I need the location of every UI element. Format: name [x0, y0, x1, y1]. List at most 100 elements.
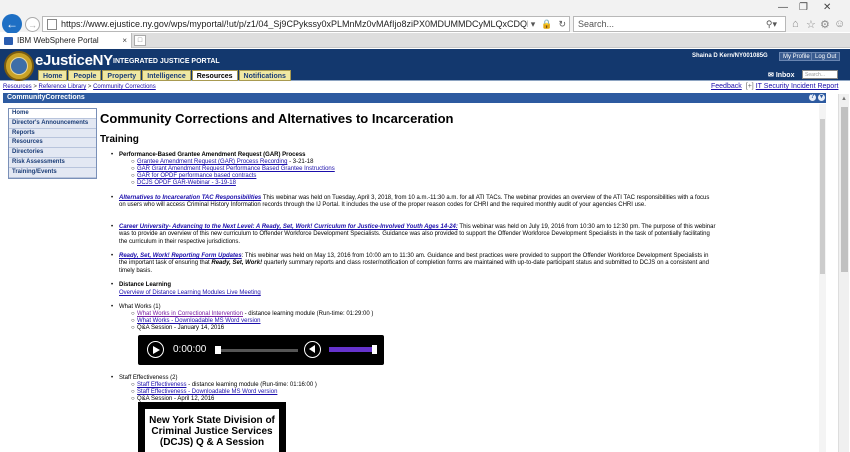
tab-row: IBM WebSphere Portal × □: [0, 33, 850, 48]
sidebar-item-resources[interactable]: Resources: [9, 138, 96, 149]
inbox-link[interactable]: ✉ Inbox: [768, 71, 794, 79]
security-incident-link[interactable]: IT Security Incident Report: [756, 83, 839, 90]
sidebar-item-home[interactable]: Home: [9, 109, 96, 119]
nav-property[interactable]: Property: [102, 70, 142, 81]
user-name: Shaina D Kern/NY001085G: [692, 53, 768, 59]
sidebar-item-risk-assessments[interactable]: Risk Assessments: [9, 158, 96, 168]
play-icon[interactable]: [147, 341, 164, 358]
scroll-up-icon[interactable]: ▲: [841, 96, 847, 102]
tac-link[interactable]: Alternatives to Incarceration TAC Respon…: [119, 195, 261, 201]
section-heading: Training: [100, 134, 139, 145]
minimize-icon[interactable]: —: [778, 2, 788, 13]
portlet-menu-icon[interactable]: ▾: [818, 94, 825, 101]
home-icon[interactable]: ⌂: [792, 18, 799, 30]
volume-handle[interactable]: [372, 345, 377, 354]
sub-bullet-icon: ○: [131, 389, 135, 395]
ww-text-1: - distance learning module (Run-time: 01…: [242, 311, 374, 317]
se-link-2[interactable]: Staff Effectiveness - Downloadable MS Wo…: [137, 389, 277, 395]
portlet-help-icon[interactable]: ?: [809, 94, 816, 101]
page-scrollbar[interactable]: ▲: [838, 94, 849, 452]
browser-tab[interactable]: IBM WebSphere Portal ×: [0, 33, 132, 48]
header-links: Feedback [+] IT Security Incident Report: [711, 83, 838, 90]
nav-intelligence[interactable]: Intelligence: [142, 70, 191, 81]
smiley-icon[interactable]: ☺: [834, 18, 845, 30]
dl-heading: Distance Learning: [119, 282, 172, 288]
rsw-link[interactable]: Ready, Set, Work! Reporting Form Updates: [119, 253, 242, 259]
sidebar-item-announcements[interactable]: Director's Announcements: [9, 119, 96, 129]
tab-close-icon[interactable]: ×: [122, 36, 127, 45]
back-button[interactable]: ←: [2, 14, 22, 34]
page-icon: [47, 18, 57, 30]
sidebar-item-reports[interactable]: Reports: [9, 129, 96, 139]
sub-bullet-icon: ○: [131, 173, 135, 179]
video-player[interactable]: New York State Division of Criminal Just…: [138, 402, 286, 452]
seek-handle[interactable]: [215, 346, 221, 354]
breadcrumb: Resources > Reference Library > Communit…: [3, 84, 156, 90]
bullet-icon: •: [111, 152, 114, 158]
rsw-emphasis: Ready, Set, Work!: [211, 260, 263, 267]
bullet-icon: •: [111, 304, 114, 310]
sub-bullet-icon: ○: [131, 325, 135, 331]
breadcrumb-resources[interactable]: Resources: [3, 84, 32, 90]
dl-link[interactable]: Overview of Distance Learning Modules Li…: [119, 290, 261, 296]
seek-bar[interactable]: [215, 349, 298, 352]
career-link[interactable]: Career University- Advancing to the Next…: [119, 224, 458, 230]
sub-bullet-icon: ○: [131, 311, 135, 317]
tab-title: IBM WebSphere Portal: [17, 36, 99, 45]
new-tab-button[interactable]: □: [134, 35, 146, 46]
my-profile-button[interactable]: My Profile: [779, 52, 814, 61]
portlet-scrollbar[interactable]: [819, 104, 826, 452]
ww-qa-text: Q&A Session - January 14, 2016: [137, 325, 225, 331]
scroll-thumb[interactable]: [841, 107, 848, 272]
gar-link-4[interactable]: DCJS OPDF GAR-Webinar - 3-19-18: [137, 180, 236, 186]
restore-icon[interactable]: ❐: [799, 2, 808, 13]
nav-notifications[interactable]: Notifications: [238, 70, 291, 81]
nav-people[interactable]: People: [68, 70, 102, 81]
volume-bar[interactable]: [329, 347, 372, 352]
portal-logo: eJusticeNY: [35, 52, 113, 69]
feedback-link[interactable]: Feedback: [711, 83, 742, 90]
url-text: https://www.ejustice.ny.gov/wps/myportal…: [61, 19, 528, 29]
tab-favicon: [4, 36, 13, 45]
video-title-card: New York State Division of Criminal Just…: [145, 409, 279, 452]
sub-bullet-icon: ○: [131, 180, 135, 186]
search-icon[interactable]: ⚲▾: [766, 19, 777, 30]
rsw-paragraph: Ready, Set, Work! Reporting Form Updates…: [119, 253, 717, 275]
portlet-title-bar: CommunityCorrections ? ▾: [3, 93, 826, 103]
sub-bullet-icon: ○: [131, 318, 135, 324]
gar-link-3[interactable]: GAR for OPDF performance based contracts: [137, 173, 256, 179]
sidebar-item-directories[interactable]: Directories: [9, 148, 96, 158]
volume-icon[interactable]: [304, 341, 321, 358]
breadcrumb-reference-library[interactable]: Reference Library: [39, 84, 87, 90]
address-bar[interactable]: https://www.ejustice.ny.gov/wps/myportal…: [42, 16, 570, 32]
sidebar-item-training[interactable]: Training/Events: [9, 168, 96, 178]
bullet-icon: •: [111, 253, 114, 259]
bullet-icon: •: [111, 282, 114, 288]
se-link-1[interactable]: Staff Effectiveness: [137, 382, 186, 388]
bullet-icon: •: [111, 375, 114, 381]
gar-link-2[interactable]: GAR Grant Amendment Request Performance …: [137, 166, 335, 172]
page-title: Community Corrections and Alternatives t…: [100, 111, 454, 126]
refresh-icon[interactable]: ↻: [558, 19, 566, 30]
favorites-icon[interactable]: ☆: [806, 18, 816, 31]
sub-bullet-icon: ○: [131, 159, 135, 165]
settings-icon[interactable]: ⚙: [820, 18, 830, 31]
breadcrumb-community-corrections[interactable]: Community Corrections: [93, 84, 156, 90]
ww-link-1[interactable]: What Works in Correctional Intervention: [137, 311, 243, 317]
audio-player: 0:00:00: [138, 335, 384, 365]
close-window-icon[interactable]: ✕: [823, 2, 831, 13]
dropdown-icon[interactable]: ▾: [531, 19, 536, 30]
inbox-label: Inbox: [775, 72, 795, 79]
ww-link-2[interactable]: What Works - Downloadable MS Word versio…: [137, 318, 261, 324]
gar-link-1[interactable]: Grantee Amendment Request (GAR) Process …: [137, 159, 287, 165]
nav-resources[interactable]: Resources: [191, 70, 238, 81]
forward-button[interactable]: →: [25, 17, 40, 32]
log-out-button[interactable]: Log Out: [811, 52, 841, 61]
lock-icon[interactable]: 🔒: [541, 19, 552, 30]
nav-home[interactable]: Home: [38, 70, 68, 81]
top-navigation: Home People Property Intelligence Resour…: [38, 70, 292, 81]
search-placeholder: Search...: [578, 19, 615, 29]
gar-item-date: - 3-21-18: [287, 159, 314, 165]
browser-search-box[interactable]: Search... ⚲▾: [573, 16, 786, 32]
portal-search-input[interactable]: Search...: [802, 70, 838, 79]
